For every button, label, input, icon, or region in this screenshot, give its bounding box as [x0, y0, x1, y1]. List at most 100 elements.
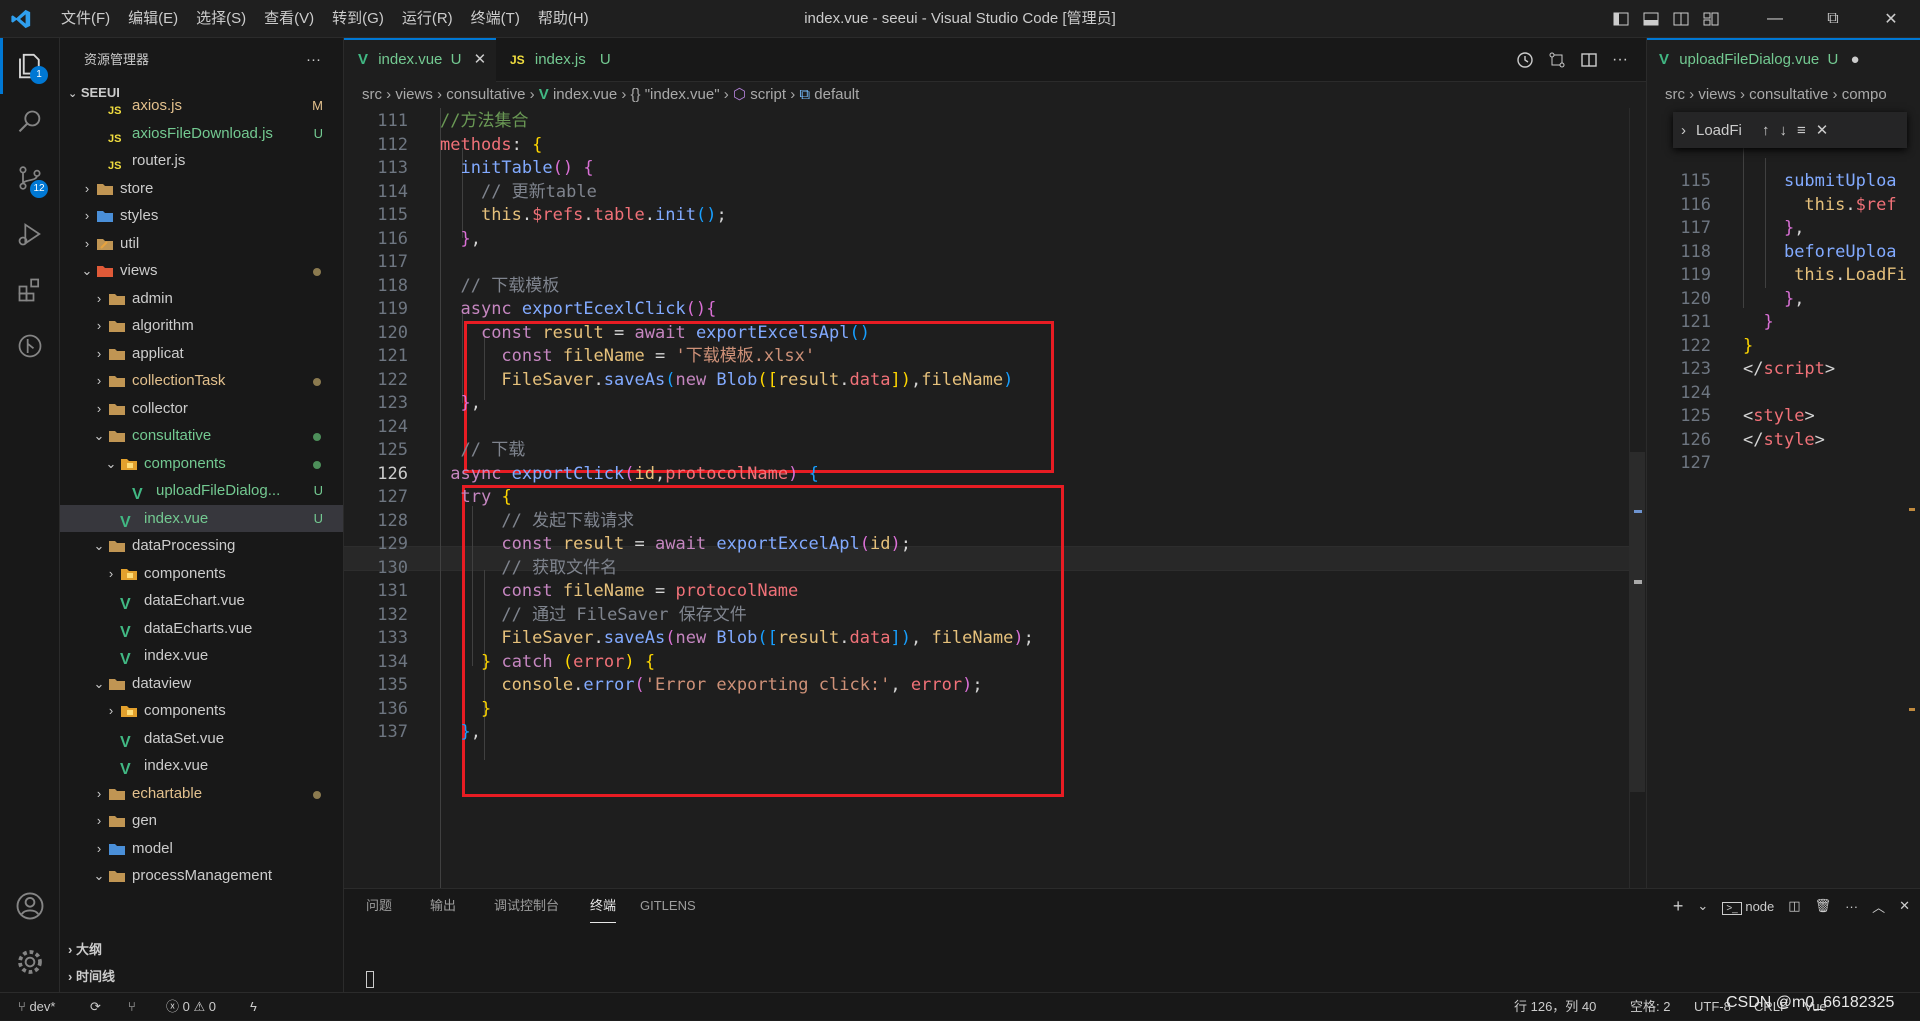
split-editor-icon[interactable] [1580, 51, 1598, 69]
close-tab-icon[interactable]: ✕ [474, 51, 487, 68]
search-icon[interactable] [0, 94, 60, 150]
tree-item[interactable]: › components [60, 697, 343, 725]
customize-layout-icon[interactable] [1696, 0, 1726, 38]
terminal-dropdown-icon[interactable]: ⌄ [1697, 898, 1708, 914]
chevron-icon[interactable]: › [92, 835, 106, 863]
timeline-section[interactable]: › 时间线 [60, 963, 343, 990]
chevron-icon[interactable]: › [92, 312, 106, 340]
tree-item[interactable]: JS axiosFileDownload.js U [60, 120, 343, 148]
tab-index-vue[interactable]: V index.vue U ✕ [344, 38, 496, 82]
menu-item[interactable]: 文件(F) [52, 0, 119, 38]
toggle-panel-icon[interactable] [1636, 0, 1666, 38]
chevron-icon[interactable]: › [80, 230, 94, 258]
close-find-icon[interactable]: ✕ [1816, 121, 1829, 139]
sync-icon[interactable]: ⟳ [90, 993, 101, 1021]
menu-item[interactable]: 编辑(E) [119, 0, 187, 38]
tree-item[interactable]: › components [60, 560, 343, 588]
account-icon[interactable] [0, 878, 60, 934]
tree-item[interactable]: › collector [60, 395, 343, 423]
maximize-panel-icon[interactable]: ︿ [1872, 897, 1885, 916]
panel-tab[interactable]: 问题 [366, 889, 392, 923]
open-changes-icon[interactable] [1548, 51, 1566, 69]
new-terminal-icon[interactable]: + [1673, 896, 1684, 917]
tree-item[interactable]: ⌄ processManagement [60, 862, 343, 890]
tree-item[interactable]: Vindex.vue [60, 642, 343, 670]
timeline-history-icon[interactable] [1516, 51, 1534, 69]
tree-item[interactable]: › styles [60, 202, 343, 230]
close-panel-icon[interactable]: ✕ [1899, 898, 1910, 914]
tree-item[interactable]: › store [60, 175, 343, 203]
breadcrumb-item[interactable]: src [362, 86, 382, 103]
chevron-icon[interactable]: › [104, 560, 118, 588]
chevron-icon[interactable]: › [92, 340, 106, 368]
code-area[interactable]: 111//方法集合 112 methods: {113 initTable() {1… [344, 108, 1646, 888]
chevron-icon[interactable]: › [92, 395, 106, 423]
gitlens-icon[interactable] [0, 318, 60, 374]
chevron-icon[interactable]: › [92, 285, 106, 313]
menu-item[interactable]: 帮助(H) [529, 0, 598, 38]
tree-item[interactable]: › algorithm [60, 312, 343, 340]
tree-item[interactable]: › util [60, 230, 343, 258]
chevron-icon[interactable]: › [92, 367, 106, 395]
tree-item[interactable]: ⌄ consultative [60, 422, 343, 450]
tree-item[interactable]: › echartable [60, 780, 343, 808]
chevron-icon[interactable]: ⌄ [92, 670, 106, 698]
tab-upload-file-dialog[interactable]: V uploadFileDialog.vue U ● [1647, 38, 1920, 82]
toggle-secondary-sidebar-icon[interactable] [1666, 0, 1696, 38]
chevron-icon[interactable]: ⌄ [92, 862, 106, 890]
scrollbar-thumb[interactable] [1629, 452, 1645, 792]
breadcrumb-item[interactable]: default [814, 86, 859, 103]
find-input[interactable]: LoadFi [1696, 122, 1752, 139]
settings-gear-icon[interactable] [0, 934, 60, 990]
more-actions-icon[interactable]: ··· [306, 38, 321, 82]
tree-item[interactable]: VuploadFileDialog... U [60, 477, 343, 505]
minimize-button[interactable]: — [1746, 0, 1804, 38]
secondary-code-area[interactable]: 115 submitUploa 116 this.$ref 117 }, 118 be… [1647, 108, 1920, 888]
tree-item[interactable]: JS axios.js M [60, 92, 343, 120]
chevron-icon[interactable]: ⌄ [80, 257, 94, 285]
tree-item[interactable]: Vindex.vue U [60, 504, 343, 532]
outline-section[interactable]: › 大纲 [60, 936, 343, 963]
panel-tab[interactable]: 调试控制台 [494, 889, 559, 923]
menu-item[interactable]: 运行(R) [393, 0, 462, 38]
breadcrumb-item[interactable]: index.vue [553, 86, 617, 103]
tree-item[interactable]: Vindex.vue [60, 752, 343, 780]
menu-item[interactable]: 终端(T) [462, 0, 529, 38]
panel-tab[interactable]: 终端 [590, 889, 617, 923]
chevron-icon[interactable]: › [92, 780, 106, 808]
problems-status[interactable]: ⓧ 0 ⚠ 0 [166, 993, 216, 1021]
explorer-icon[interactable]: 1 [0, 38, 60, 94]
branch-status[interactable]: ⑂ dev* [18, 993, 55, 1021]
indentation-status[interactable]: 空格: 2 [1630, 993, 1670, 1021]
tree-item[interactable]: › gen [60, 807, 343, 835]
next-match-icon[interactable]: ↓ [1780, 122, 1788, 139]
tree-item[interactable]: › applicat [60, 340, 343, 368]
toggle-replace-icon[interactable]: › [1681, 122, 1686, 139]
lightning-icon[interactable]: ϟ [250, 993, 257, 1021]
tree-item[interactable]: VdataEcharts.vue [60, 615, 343, 643]
tree-item[interactable]: VdataSet.vue [60, 725, 343, 753]
restore-button[interactable]: ⧉ [1804, 0, 1862, 38]
chevron-icon[interactable]: › [104, 697, 118, 725]
panel-tab[interactable]: 输出 [430, 889, 456, 923]
menu-item[interactable]: 选择(S) [187, 0, 255, 38]
chevron-icon[interactable]: › [104, 890, 118, 893]
tree-item[interactable]: VdataEchart.vue [60, 587, 343, 615]
terminal-instance[interactable]: >_ node [1722, 899, 1774, 915]
gitlens-status-icon[interactable]: ⑂ [128, 993, 136, 1021]
panel-tab[interactable]: GITLENS [640, 889, 696, 923]
chevron-icon[interactable]: › [80, 202, 94, 230]
chevron-icon[interactable]: › [92, 807, 106, 835]
breadcrumb-item[interactable]: {} "index.vue" [631, 86, 720, 103]
menu-item[interactable]: 查看(V) [255, 0, 323, 38]
chevron-icon[interactable]: › [80, 175, 94, 203]
breadcrumb-item[interactable]: views [395, 86, 433, 103]
chevron-icon[interactable]: ⌄ [104, 450, 118, 478]
extensions-icon[interactable] [0, 262, 60, 318]
tree-item[interactable]: ⌄ components [60, 450, 343, 478]
close-window-button[interactable]: ✕ [1862, 0, 1920, 38]
tab-index-js[interactable]: JS index.js U [496, 38, 636, 82]
find-in-selection-icon[interactable]: ≡ [1797, 122, 1806, 139]
split-terminal-icon[interactable]: ◫ [1788, 898, 1800, 914]
run-debug-icon[interactable] [0, 206, 60, 262]
